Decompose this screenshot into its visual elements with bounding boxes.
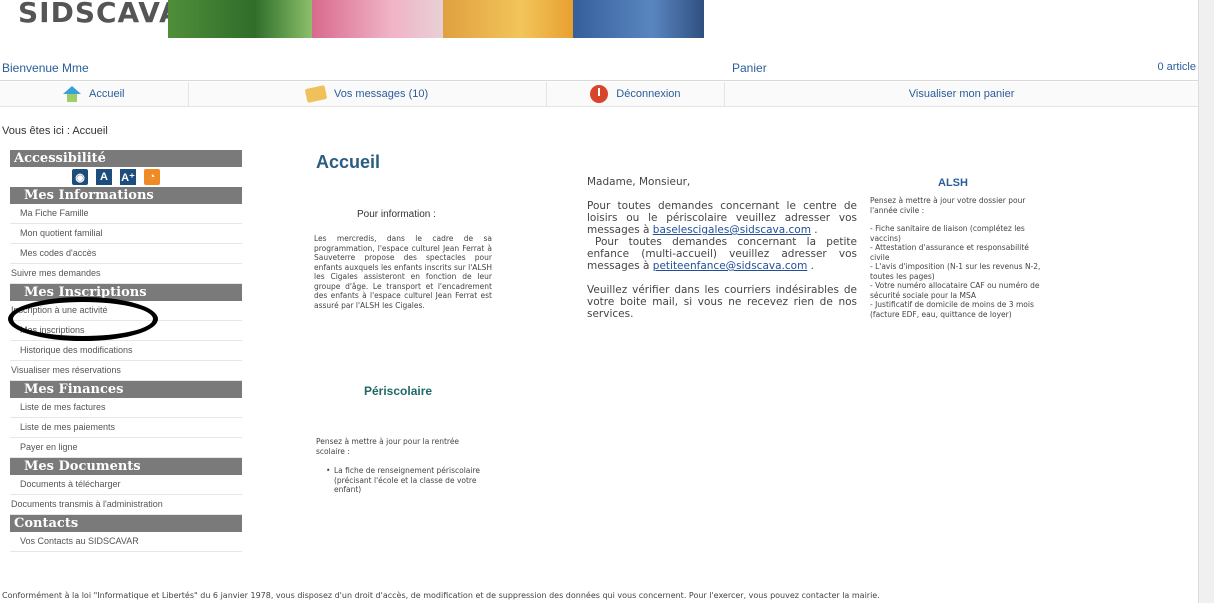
message-block: Madame, Monsieur, Pour toutes demandes c… (587, 176, 857, 320)
alsh-item: - Attestation d'assurance et responsabil… (870, 243, 1029, 262)
nav-messages[interactable]: Vos messages (10) (188, 82, 547, 106)
message-paragraph-3: Veuillez vérifier dans les courriers ind… (587, 284, 857, 320)
hand-drawn-ellipse-annotation (8, 297, 158, 341)
sidebar-item-ma-fiche-famille[interactable]: Ma Fiche Famille (10, 204, 242, 224)
sidebar-section-mes-inscriptions: Mes Inscriptions (10, 284, 242, 301)
alsh-block: Pensez à mettre à jour votre dossier pou… (870, 196, 1045, 319)
banner-photo-2 (311, 0, 443, 38)
sidebar-item-payer-en-ligne[interactable]: Payer en ligne (10, 438, 242, 458)
alsh-item: - Justificatif de domicile de moins de 3… (870, 300, 1034, 319)
message-paragraph-2: Pour toutes demandes concernant la petit… (587, 236, 857, 272)
sidebar-item-suivre-demandes[interactable]: Suivre mes demandes (10, 264, 242, 284)
breadcrumb: Vous êtes ici : Accueil (2, 125, 108, 137)
sidebar-section-mes-documents: Mes Documents (10, 458, 242, 475)
eye-icon[interactable]: ◉ (72, 169, 88, 185)
periscolaire-title: Périscolaire (364, 384, 433, 398)
sidebar-item-contacts[interactable]: Vos Contacts au SIDSCAVAR (10, 532, 242, 552)
rss-icon[interactable]: ◔ (144, 169, 160, 185)
text-size-a-plus-icon[interactable]: A⁺ (120, 169, 136, 185)
cart-count: 0 article (1157, 61, 1196, 73)
sidebar-item-documents-transmis[interactable]: Documents transmis à l'administration (10, 495, 242, 515)
text-size-a-icon[interactable]: A (96, 169, 112, 185)
page-title: Accueil (316, 152, 381, 172)
sidebar-item-visualiser-reservations[interactable]: Visualiser mes réservations (10, 361, 242, 381)
message-p2-end: . (807, 260, 814, 272)
top-nav: Accueil Vos messages (10) Déconnexion Vi… (0, 82, 1198, 107)
sidebar-section-mes-informations: Mes Informations (10, 187, 242, 204)
nav-view-cart-label: Visualiser mon panier (908, 88, 1015, 100)
power-icon (590, 85, 609, 103)
nav-view-cart[interactable]: Visualiser mon panier (725, 82, 1198, 106)
sidebar-accessibility-title: Accessibilité (10, 150, 242, 167)
alsh-title: ALSH (938, 177, 968, 189)
site-logo: SIDSCAVAR (8, 0, 203, 38)
message-greeting: Madame, Monsieur, (587, 176, 691, 188)
email-link-cigales[interactable]: baselescigales@sidscava.com (653, 224, 811, 236)
sidebar-section-mes-finances: Mes Finances (10, 381, 242, 398)
periscolaire-intro: Pensez à mettre à jour pour la rentrée s… (316, 437, 460, 456)
alsh-item: - L'avis d'imposition (N-1 sur les reven… (870, 262, 1041, 281)
nav-home[interactable]: Accueil (0, 82, 189, 106)
home-icon (63, 86, 82, 102)
email-link-petite-enfance[interactable]: petiteenfance@sidscava.com (653, 260, 808, 272)
sidebar-item-liste-factures[interactable]: Liste de mes factures (10, 398, 242, 418)
alsh-item: - Votre numéro allocataire CAF ou numéro… (870, 281, 1040, 300)
cart-label: Panier (732, 61, 767, 75)
accessibility-icons: ◉ A A⁺ ◔ (0, 167, 242, 187)
sidebar-item-documents-telecharger[interactable]: Documents à télécharger (10, 475, 242, 495)
nav-messages-label: Vos messages (10) (334, 88, 429, 100)
banner-photo-4 (573, 0, 705, 38)
footer-legal-notice: Conformément à la loi "Informatique et L… (2, 591, 880, 600)
info-title: Pour information : (357, 209, 436, 220)
periscolaire-item: La fiche de renseignement périscolaire (… (334, 466, 480, 494)
banner-photo-3 (442, 0, 574, 38)
sidebar: Accessibilité ◉ A A⁺ ◔ Mes Informations … (10, 150, 242, 552)
message-paragraph-1: Pour toutes demandes concernant le centr… (587, 200, 857, 236)
welcome-greeting: Bienvenue Mme (2, 61, 89, 75)
header-banner (168, 0, 705, 38)
message-p1-end: . (810, 224, 818, 236)
nav-home-label: Accueil (89, 88, 125, 100)
banner-photo-1 (168, 0, 312, 38)
info-text: Les mercredis, dans le cadre de sa progr… (314, 234, 492, 310)
sidebar-item-quotient-familial[interactable]: Mon quotient familial (10, 224, 242, 244)
nav-logout[interactable]: Déconnexion (546, 82, 726, 106)
alsh-intro: Pensez à mettre à jour votre dossier pou… (870, 196, 1026, 215)
vertical-scrollbar[interactable] (1198, 0, 1214, 603)
periscolaire-list: • La fiche de renseignement périscolaire… (326, 466, 496, 495)
alsh-item: - Fiche sanitaire de liaison (complétez … (870, 224, 1025, 243)
bullet-icon: • (326, 466, 331, 475)
sidebar-item-historique-modifications[interactable]: Historique des modifications (10, 341, 242, 361)
sidebar-section-contacts: Contacts (10, 515, 242, 532)
sidebar-item-codes-acces[interactable]: Mes codes d'accès (10, 244, 242, 264)
mail-icon (304, 85, 328, 103)
welcome-bar: Bienvenue Mme Panier 0 article (0, 58, 1198, 81)
nav-logout-label: Déconnexion (616, 88, 681, 100)
sidebar-item-liste-paiements[interactable]: Liste de mes paiements (10, 418, 242, 438)
